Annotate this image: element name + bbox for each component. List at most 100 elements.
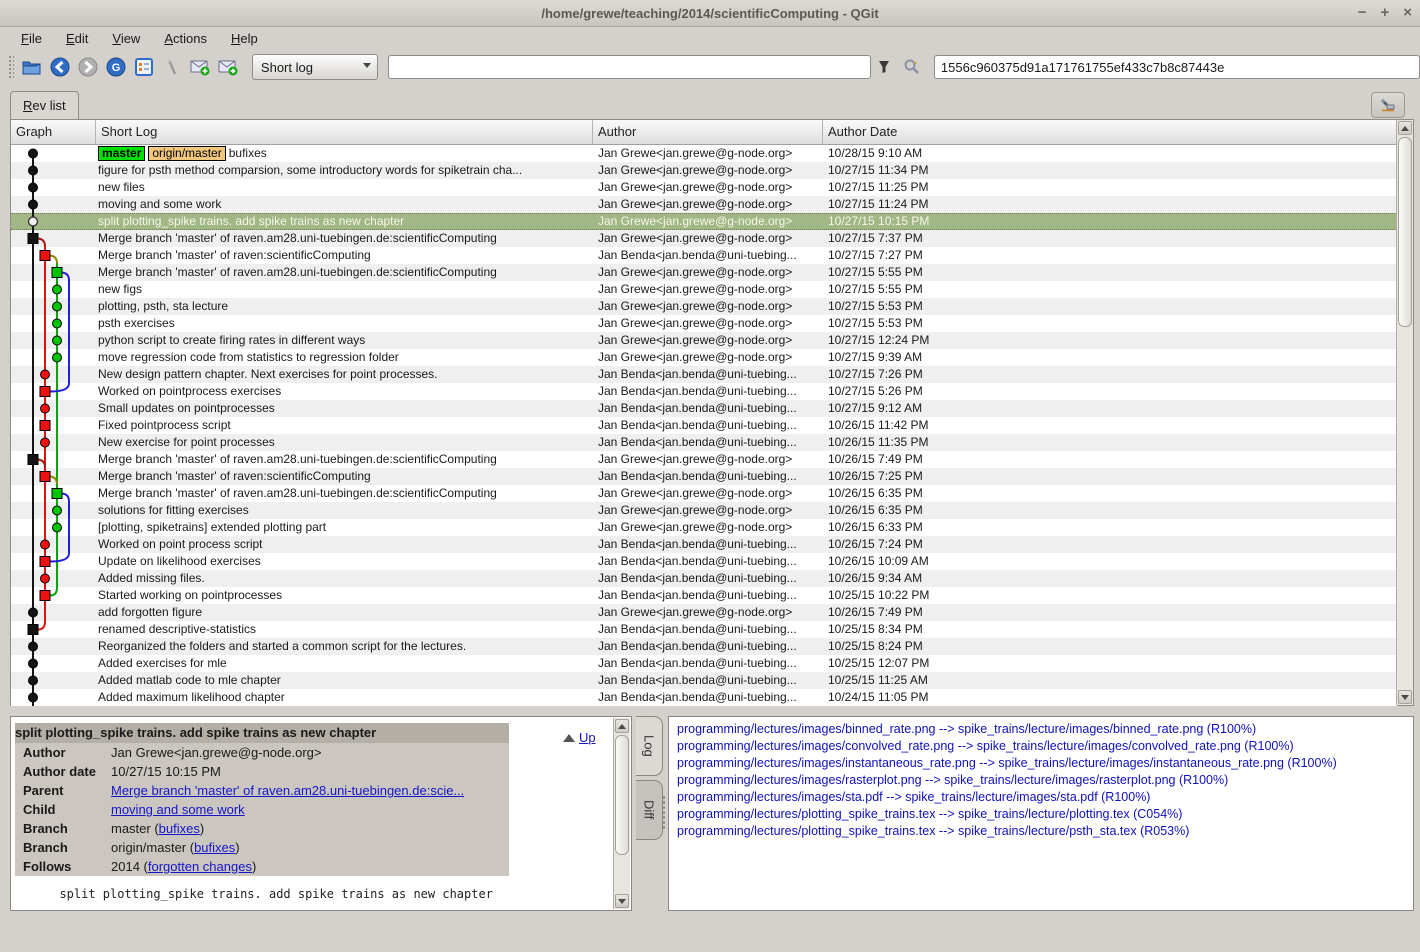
rev-list-scrollbar[interactable]	[1396, 120, 1413, 705]
author-cell: Jan Grewe<jan.grewe@g-node.org>	[593, 145, 823, 162]
view-icon[interactable]	[131, 54, 157, 80]
toolbar-grip[interactable]	[8, 55, 14, 79]
menu-item-file[interactable]: File	[12, 29, 51, 48]
table-row[interactable]: Fixed pointprocess scriptJan Benda<jan.b…	[11, 417, 1397, 434]
detail-value: origin/master (bufixes)	[111, 840, 240, 855]
table-row[interactable]: Merge branch 'master' of raven:scientifi…	[11, 247, 1397, 264]
maximize-icon[interactable]: +	[1380, 0, 1389, 26]
table-row[interactable]: [plotting, spiketrains] extended plottin…	[11, 519, 1397, 536]
file-rename-entry[interactable]: programming/lectures/images/sta.pdf --> …	[669, 789, 1413, 806]
column-header-author[interactable]: Author	[593, 120, 823, 144]
detail-link[interactable]: bufixes	[159, 821, 200, 836]
filter-funnel-icon[interactable]	[872, 54, 898, 80]
reload-icon[interactable]: G	[103, 54, 129, 80]
table-corner-button[interactable]	[1371, 92, 1405, 118]
scroll-up-icon[interactable]	[1398, 121, 1412, 135]
table-row[interactable]: moving and some workJan Grewe<jan.grewe@…	[11, 196, 1397, 213]
author-date-cell: 10/27/15 11:34 PM	[823, 162, 1397, 179]
author-cell: Jan Grewe<jan.grewe@g-node.org>	[593, 162, 823, 179]
details-scrollbar[interactable]	[613, 718, 630, 909]
table-row[interactable]: split plotting_spike trains. add spike t…	[11, 213, 1397, 230]
author-date-cell: 10/25/15 8:34 PM	[823, 621, 1397, 638]
table-row[interactable]: new figsJan Grewe<jan.grewe@g-node.org>1…	[11, 281, 1397, 298]
table-row[interactable]: Added matlab code to mle chapterJan Bend…	[11, 672, 1397, 689]
file-rename-entry[interactable]: programming/lectures/images/binned_rate.…	[669, 721, 1413, 738]
table-row[interactable]: Added maximum likelihood chapterJan Bend…	[11, 689, 1397, 706]
search-input[interactable]	[388, 55, 870, 79]
column-header-graph[interactable]: Graph	[11, 120, 96, 144]
sha-input[interactable]	[934, 55, 1420, 79]
short-log-text: Merge branch 'master' of raven.am28.uni-…	[98, 486, 497, 500]
wand-icon[interactable]	[159, 54, 185, 80]
table-row[interactable]: Merge branch 'master' of raven.am28.uni-…	[11, 264, 1397, 281]
graph-cell	[11, 553, 96, 570]
column-header-author-date[interactable]: Author Date	[823, 120, 1413, 144]
log-view-select[interactable]: Short log	[252, 54, 379, 80]
menu-item-view[interactable]: View	[103, 29, 149, 48]
column-header-short-log[interactable]: Short Log	[96, 120, 593, 144]
scroll-up-icon[interactable]	[615, 719, 629, 733]
author-cell: Jan Grewe<jan.grewe@g-node.org>	[593, 604, 823, 621]
up-link[interactable]: Up	[563, 730, 596, 745]
detail-link[interactable]: Merge branch 'master' of raven.am28.uni-…	[111, 783, 464, 798]
table-row[interactable]: Reorganized the folders and started a co…	[11, 638, 1397, 655]
table-row[interactable]: Worked on pointprocess exercisesJan Bend…	[11, 383, 1397, 400]
menu-item-actions[interactable]: Actions	[155, 29, 216, 48]
side-tab-diff[interactable]: Diff	[636, 780, 663, 840]
table-row[interactable]: python script to create firing rates in …	[11, 332, 1397, 349]
file-rename-entry[interactable]: programming/lectures/plotting_spike_trai…	[669, 806, 1413, 823]
file-rename-entry[interactable]: programming/lectures/images/rasterplot.p…	[669, 772, 1413, 789]
scroll-down-icon[interactable]	[615, 894, 629, 908]
table-row[interactable]: figure for psth method comparsion, some …	[11, 162, 1397, 179]
table-row[interactable]: renamed descriptive-statisticsJan Benda<…	[11, 621, 1397, 638]
table-row[interactable]: Added exercises for mleJan Benda<jan.ben…	[11, 655, 1397, 672]
scroll-down-icon[interactable]	[1398, 690, 1412, 704]
search-edit-icon[interactable]	[899, 54, 925, 80]
table-row[interactable]: Small updates on pointprocessesJan Benda…	[11, 400, 1397, 417]
menu-item-edit[interactable]: Edit	[57, 29, 97, 48]
up-link-label[interactable]: Up	[579, 730, 596, 745]
tab-rev-list[interactable]: Rev list	[10, 91, 79, 119]
detail-link[interactable]: forgotten changes	[148, 859, 252, 874]
menu-item-help[interactable]: Help	[222, 29, 267, 48]
table-row[interactable]: move regression code from statistics to …	[11, 349, 1397, 366]
apply-patch-icon[interactable]	[215, 54, 241, 80]
table-row[interactable]: Merge branch 'master' of raven.am28.uni-…	[11, 485, 1397, 502]
detail-row: Author date10/27/15 10:15 PM	[15, 762, 509, 781]
table-row[interactable]: Merge branch 'master' of raven:scientifi…	[11, 468, 1397, 485]
commit-details-panel: split plotting_spike trains. add spike t…	[10, 716, 632, 911]
author-date-cell: 10/27/15 11:25 PM	[823, 179, 1397, 196]
table-row[interactable]: psth exercisesJan Grewe<jan.grewe@g-node…	[11, 315, 1397, 332]
table-row[interactable]: Merge branch 'master' of raven.am28.uni-…	[11, 451, 1397, 468]
table-row[interactable]: new filesJan Grewe<jan.grewe@g-node.org>…	[11, 179, 1397, 196]
file-rename-entry[interactable]: programming/lectures/plotting_spike_trai…	[669, 823, 1413, 840]
open-icon[interactable]	[19, 54, 45, 80]
save-patch-icon[interactable]	[187, 54, 213, 80]
minimize-icon[interactable]: −	[1358, 0, 1367, 26]
table-row[interactable]: masterorigin/masterbufixesJan Grewe<jan.…	[11, 145, 1397, 162]
forward-icon[interactable]	[75, 54, 101, 80]
scrollbar-thumb[interactable]	[615, 735, 629, 855]
side-tab-log[interactable]: Log	[636, 716, 663, 776]
table-row[interactable]: add forgotten figureJan Grewe<jan.grewe@…	[11, 604, 1397, 621]
table-row[interactable]: New exercise for point processesJan Bend…	[11, 434, 1397, 451]
scrollbar-thumb[interactable]	[1398, 137, 1412, 327]
table-row[interactable]: New design pattern chapter. Next exercis…	[11, 366, 1397, 383]
short-log-cell: plotting, psth, sta lecture	[96, 298, 593, 315]
table-row[interactable]: Started working on pointprocessesJan Ben…	[11, 587, 1397, 604]
table-row[interactable]: Worked on point process scriptJan Benda<…	[11, 536, 1397, 553]
author-cell: Jan Benda<jan.benda@uni-tuebing...	[593, 655, 823, 672]
detail-link[interactable]: moving and some work	[111, 802, 245, 817]
file-rename-entry[interactable]: programming/lectures/images/instantaneou…	[669, 755, 1413, 772]
back-icon[interactable]	[47, 54, 73, 80]
splitter-handle[interactable]	[662, 795, 666, 829]
table-row[interactable]: Merge branch 'master' of raven.am28.uni-…	[11, 230, 1397, 247]
author-date-cell: 10/27/15 5:55 PM	[823, 281, 1397, 298]
table-row[interactable]: Update on likelihood exercisesJan Benda<…	[11, 553, 1397, 570]
table-row[interactable]: plotting, psth, sta lectureJan Grewe<jan…	[11, 298, 1397, 315]
file-rename-entry[interactable]: programming/lectures/images/convolved_ra…	[669, 738, 1413, 755]
table-row[interactable]: Added missing files.Jan Benda<jan.benda@…	[11, 570, 1397, 587]
detail-link[interactable]: bufixes	[194, 840, 235, 855]
table-row[interactable]: solutions for fitting exercisesJan Grewe…	[11, 502, 1397, 519]
close-icon[interactable]: ×	[1403, 0, 1412, 26]
